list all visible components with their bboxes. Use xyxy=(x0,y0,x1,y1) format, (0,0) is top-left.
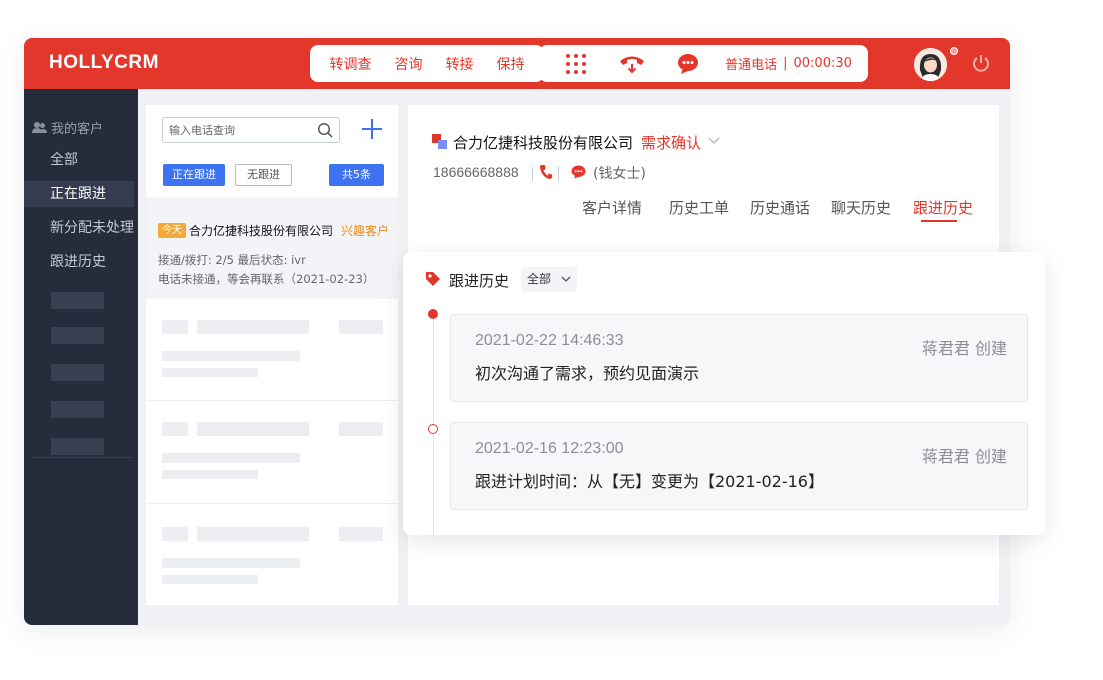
user-group-icon xyxy=(32,122,47,133)
list-skeleton xyxy=(197,422,309,436)
call-type-label: 普通电话 xyxy=(725,58,778,73)
brand-logo: HOLLYCRM xyxy=(49,52,159,73)
list-skeleton xyxy=(162,558,300,568)
filter-no-follow-button[interactable]: 无跟进 xyxy=(235,164,292,186)
hold-button[interactable]: 保持 xyxy=(497,54,525,74)
call-actions-group: 转调查 咨询 转接 保持 xyxy=(310,45,544,82)
detail-company-name: 合力亿捷科技股份有限公司 xyxy=(453,134,634,152)
consult-button[interactable]: 咨询 xyxy=(395,54,423,74)
list-skeleton xyxy=(162,527,188,541)
chat-icon[interactable] xyxy=(677,53,699,75)
entry-text: 跟进计划时间：从【无】变更为【2021-02-16】 xyxy=(475,472,824,491)
sidebar: 我的客户 全部 正在跟进 新分配未处理 跟进历史 xyxy=(24,89,138,625)
phone-icon[interactable] xyxy=(539,164,553,180)
chevron-down-icon[interactable] xyxy=(708,137,720,145)
entry-text: 初次沟通了需求，预约见面演示 xyxy=(475,364,700,383)
hangup-icon[interactable] xyxy=(618,53,646,75)
user-avatar-icon xyxy=(914,48,947,81)
online-status-dot xyxy=(950,47,958,55)
sidebar-placeholder xyxy=(51,438,104,455)
list-skeleton xyxy=(162,351,300,361)
chevron-down-icon xyxy=(561,276,571,282)
customer-name: 合力亿捷科技股份有限公司 xyxy=(189,224,334,238)
history-filter-label: 全部 xyxy=(527,272,552,286)
sidebar-item-following[interactable]: 正在跟进 xyxy=(24,181,134,207)
customer-list-panel: 正在跟进 无跟进 共5条 今天 合力亿捷科技股份有限公司 兴趣客户 接通/拨打:… xyxy=(146,105,398,605)
entry-time: 2021-02-22 14:46:33 xyxy=(475,332,624,349)
tab-chat-history[interactable]: 聊天历史 xyxy=(831,197,891,218)
call-stats: 接通/拨打: 2/5 最后状态: ivr xyxy=(158,253,306,267)
total-count-badge: 共5条 xyxy=(329,164,384,186)
sidebar-title: 我的客户 xyxy=(32,118,103,137)
list-skeleton xyxy=(162,575,258,584)
history-entry: 2021-02-22 14:46:33 蒋君君 创建 初次沟通了需求，预约见面演… xyxy=(450,314,1028,402)
search-box xyxy=(162,117,340,143)
tab-history-calls[interactable]: 历史通话 xyxy=(750,197,810,218)
sidebar-divider xyxy=(32,457,132,458)
timeline-dot xyxy=(428,424,438,434)
list-skeleton xyxy=(339,527,383,541)
list-skeleton xyxy=(339,422,383,436)
today-badge: 今天 xyxy=(158,223,186,238)
chat-icon[interactable] xyxy=(571,165,586,179)
sidebar-placeholder xyxy=(51,364,104,381)
call-status-pill: 普通电话 | 00:00:30 xyxy=(709,45,868,82)
separator xyxy=(532,167,533,181)
list-skeleton xyxy=(162,453,300,463)
entry-time: 2021-02-16 12:23:00 xyxy=(475,440,624,457)
last-note: 电话未接通，等会再联系（2021-02-23） xyxy=(158,272,375,286)
list-divider xyxy=(146,400,398,401)
list-item[interactable]: 今天 合力亿捷科技股份有限公司 兴趣客户 接通/拨打: 2/5 最后状态: iv… xyxy=(146,197,398,299)
tab-customer-details[interactable]: 客户详情 xyxy=(582,197,642,218)
entry-author: 蒋君君 创建 xyxy=(921,339,1007,358)
transfer-button[interactable]: 转接 xyxy=(446,54,474,74)
sidebar-placeholder xyxy=(51,327,104,344)
follow-up-history-card: 跟进历史 全部 2021-02-22 14:46:33 蒋君君 创建 初次沟通了… xyxy=(403,252,1045,535)
history-entry: 2021-02-16 12:23:00 蒋君君 创建 跟进计划时间：从【无】变更… xyxy=(450,422,1028,510)
search-input[interactable] xyxy=(169,121,309,139)
list-skeleton xyxy=(162,320,188,334)
list-divider xyxy=(146,503,398,504)
sidebar-item-all[interactable]: 全部 xyxy=(24,147,134,173)
sidebar-title-label: 我的客户 xyxy=(51,122,104,137)
tab-history-tickets[interactable]: 历史工单 xyxy=(669,197,729,218)
separator xyxy=(558,167,559,181)
call-controls-group xyxy=(539,45,725,82)
list-skeleton xyxy=(162,422,188,436)
history-filter-dropdown[interactable]: 全部 xyxy=(521,267,577,292)
power-icon[interactable] xyxy=(971,53,991,73)
tag-icon xyxy=(426,272,440,286)
list-skeleton xyxy=(339,320,383,334)
sidebar-item-new-unhandled[interactable]: 新分配未处理 xyxy=(24,215,134,241)
list-skeleton xyxy=(197,527,309,541)
history-title: 跟进历史 xyxy=(449,272,510,290)
sidebar-placeholder xyxy=(51,292,104,309)
sidebar-placeholder xyxy=(51,401,104,418)
active-tab-indicator xyxy=(921,220,957,222)
call-separator: | xyxy=(783,56,788,71)
company-logo-icon-accent xyxy=(438,140,447,149)
sidebar-item-history[interactable]: 跟进历史 xyxy=(24,249,134,275)
list-skeleton xyxy=(162,368,258,377)
add-icon[interactable] xyxy=(360,117,384,141)
search-icon[interactable] xyxy=(317,122,333,138)
transfer-survey-button[interactable]: 转调查 xyxy=(330,54,372,74)
customer-tag: 兴趣客户 xyxy=(341,224,390,238)
stage-dropdown[interactable]: 需求确认 xyxy=(641,132,701,153)
timeline-dot xyxy=(428,309,438,319)
filter-following-button[interactable]: 正在跟进 xyxy=(163,164,225,186)
top-bar: HOLLYCRM 转调查 咨询 转接 保持 普通电话 | 00:00:30 xyxy=(24,38,1010,89)
dialpad-icon[interactable] xyxy=(565,53,587,75)
contact-name: (钱女士) xyxy=(593,166,646,182)
tab-follow-up-history[interactable]: 跟进历史 xyxy=(913,197,973,218)
entry-author: 蒋君君 创建 xyxy=(921,447,1007,466)
list-skeleton xyxy=(197,320,309,334)
avatar[interactable] xyxy=(914,48,947,81)
list-skeleton xyxy=(162,470,258,479)
call-duration: 00:00:30 xyxy=(793,56,852,71)
customer-phone: 18666668888 xyxy=(433,164,519,180)
